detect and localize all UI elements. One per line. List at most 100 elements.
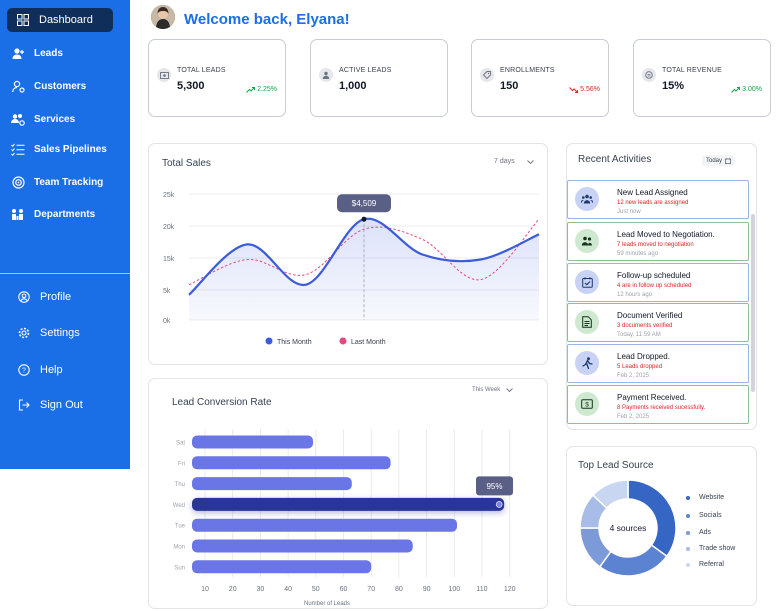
sidebar-item-label: Settings [40,327,80,339]
activity-time: Feb 2, 2025 [617,373,650,379]
help-icon: ? [16,362,32,378]
stat-card-active-leads[interactable]: ACTIVE LEADS 1,000 [310,39,448,117]
legend-swatch-last-month [339,337,347,345]
y-tick-label: Mon [173,545,185,551]
money-icon [157,68,171,82]
x-tick-label: 90 [423,586,431,593]
gear-icon [16,325,32,341]
calendar-check-icon [575,270,599,294]
y-tick-label: Wed [173,503,185,509]
sidebar-item-help[interactable]: ? Help [16,358,63,382]
x-tick-label: 20 [229,586,237,593]
activity-detail: 8 Payments received sucessfully. [617,405,706,411]
checklist-icon [10,141,26,157]
sidebar-item-customers[interactable]: Customers [10,74,86,98]
group-icon [575,187,599,211]
stat-value: 15% [662,80,685,92]
x-axis-label: Number of Leads [304,601,350,607]
activity-detail: 3 documents verified [617,323,673,329]
stat-label: TOTAL LEADS [177,67,226,74]
legend-swatch [686,530,690,535]
drop-icon [575,351,599,375]
activity-title: Document Verified [617,311,683,320]
lead-source-chart: 4 sources [579,479,677,577]
stat-card-enrollments[interactable]: ENROLLMENTS 150 5.56% [471,39,609,117]
activity-item[interactable]: Lead Dropped. 5 Leads dropped Feb 2, 202… [567,344,749,383]
total-sales-panel: Total Sales 7 days 25k 20k 15k 5k 0k $4,509 Th… [148,143,548,365]
sidebar-item-dashboard[interactable]: Dashboard [7,8,113,32]
y-tick-label: 0k [163,318,171,325]
x-tick-label: 120 [504,586,516,593]
svg-text:?: ? [22,368,26,375]
scrollbar[interactable] [751,214,755,392]
sidebar-item-label: Leads [34,47,63,59]
today-filter[interactable]: Today [702,155,736,166]
legend-swatch [686,513,690,518]
today-filter-label: Today [706,157,723,164]
x-tick-label: 30 [257,586,265,593]
activity-time: 12 hours ago [617,292,653,298]
x-tick-label: 110 [476,586,487,593]
stat-change: 2.25% [246,86,277,93]
trend-up-icon [246,86,256,93]
lead-source-panel: Top Lead Source 4 sources [566,446,757,606]
sidebar-item-sign-out[interactable]: Sign Out [16,393,83,417]
users-gear-icon [10,111,26,127]
sidebar-item-settings[interactable]: Settings [16,321,80,345]
highlight-point [361,216,367,222]
activity-detail: 12 new leads are assigned [617,200,689,206]
sidebar-item-departments[interactable]: Departments [10,202,95,226]
x-tick-label: 80 [395,586,403,593]
x-tick-label: 70 [367,586,375,593]
y-tick-label: Sun [174,565,185,571]
sidebar-item-label: Dashboard [39,14,93,26]
legend-label: Trade show [699,545,736,552]
stat-change-value: 3.00% [742,86,762,93]
bar-highlighted [192,497,505,511]
stat-value: 5,300 [177,80,205,92]
activity-title: Follow-up scheduled [617,271,691,280]
y-tick-label: Tue [175,524,186,530]
sidebar-item-label: Sales Pipelines [34,143,107,155]
activity-time: Just now [617,209,641,215]
activity-item[interactable]: $ Payment Received. 8 Payments received … [567,385,749,424]
activity-detail: 7 leads moved to negotiation [617,242,694,248]
stat-change: 3.00% [731,86,762,93]
sidebar-item-label: Departments [34,208,96,220]
sidebar-item-profile[interactable]: Profile [16,285,71,309]
tag-icon [480,68,494,82]
bar [192,560,372,574]
svg-text:$: $ [585,402,589,409]
legend-swatch [686,562,690,567]
stat-change-value: 2.25% [257,86,277,93]
sidebar-item-label: Services [34,113,76,125]
y-tick-label: Thu [175,482,185,488]
sidebar-item-sales-pipelines[interactable]: Sales Pipelines [10,137,107,161]
y-tick-label: 15k [163,256,175,263]
payment-icon: $ [575,392,599,416]
activity-item[interactable]: Follow-up scheduled 4 are in follow up s… [567,263,749,302]
user-plus-icon [10,45,26,61]
legend-swatch [686,495,690,500]
activity-time: Feb 2, 2025 [617,414,650,420]
sidebar-item-label: Profile [40,291,72,303]
legend-label: This Month [277,339,312,346]
activity-item[interactable]: New Lead Assigned 12 new leads are assig… [567,180,749,219]
sidebar-item-team-tracking[interactable]: Team Tracking [10,170,103,194]
sidebar-item-leads[interactable]: Leads [10,41,63,65]
sidebar-item-label: Team Tracking [34,176,104,188]
lead-conversion-panel: Lead Conversion Rate This Week 10 20 30 40 5… [148,378,548,609]
stat-card-total-revenue[interactable]: TOTAL REVENUE 15% 3.00% [633,39,771,117]
y-tick-label: 25k [163,192,175,199]
stat-card-total-leads[interactable]: TOTAL LEADS 5,300 2.25% [148,39,286,117]
legend-ads: Ads [686,529,711,536]
bar [192,435,314,449]
sidebar-item-label: Sign Out [40,399,83,411]
activity-title: New Lead Assigned [617,188,688,197]
donut-center-label: 4 sources [610,523,647,533]
activity-time: Today, 11:59 AM [617,332,661,338]
avatar[interactable] [151,5,175,29]
activity-item[interactable]: Document Verified 3 documents verified T… [567,303,749,342]
sidebar-item-services[interactable]: Services [10,107,75,131]
activity-item[interactable]: Lead Moved to Negotiation. 7 leads moved… [567,222,749,261]
